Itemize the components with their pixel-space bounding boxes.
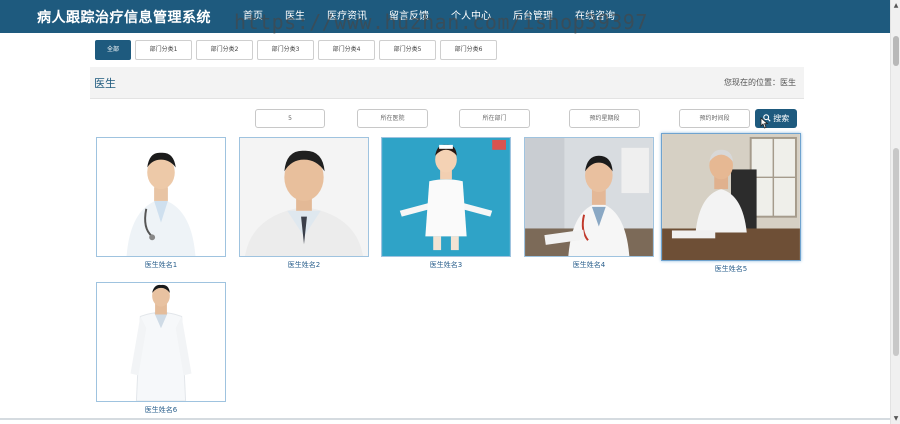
category-all[interactable]: 全部 <box>95 40 131 60</box>
category-dept-2[interactable]: 部门分类2 <box>196 40 253 60</box>
search-button-label: 搜索 <box>773 114 790 123</box>
doctor-photo[interactable] <box>661 133 801 261</box>
scrollbar-track-highlight <box>893 148 899 356</box>
doctor-photo[interactable] <box>239 137 369 257</box>
weekday-field[interactable]: 预约星期段 <box>569 109 640 128</box>
nav-online-consult[interactable]: 在线咨询 <box>564 0 626 33</box>
doctor-card[interactable]: 医生姓名4 <box>524 137 654 270</box>
main-nav: 首页 医生 医疗资讯 留言反馈 个人中心 后台管理 在线咨询 <box>232 0 626 33</box>
doctor-card[interactable]: 医生姓名6 <box>96 282 226 415</box>
nav-medical-news[interactable]: 医疗资讯 <box>316 0 378 33</box>
doctor-photo[interactable] <box>96 282 226 402</box>
doctor-name[interactable]: 医生姓名1 <box>96 260 226 270</box>
category-dept-1[interactable]: 部门分类1 <box>135 40 192 60</box>
scroll-down-arrow-icon[interactable]: ▼ <box>892 414 900 423</box>
page-title-bar: 医生 您现在的位置：医生 <box>90 67 804 99</box>
vertical-scrollbar[interactable]: ▲ ▼ <box>890 0 900 424</box>
category-dept-5[interactable]: 部门分类5 <box>379 40 436 60</box>
doctor-photo[interactable] <box>381 137 511 257</box>
doctor-photo[interactable] <box>96 137 226 257</box>
keyword-input[interactable]: 5 <box>255 109 325 128</box>
doctor-card[interactable]: 医生姓名3 <box>381 137 511 270</box>
nav-personal-center[interactable]: 个人中心 <box>440 0 502 33</box>
site-brand[interactable]: 病人跟踪治疗信息管理系统 <box>37 7 211 27</box>
scrollbar-thumb[interactable] <box>893 36 899 66</box>
doctor-name[interactable]: 医生姓名4 <box>524 260 654 270</box>
time-field[interactable]: 预约时间段 <box>679 109 750 128</box>
top-navbar: 病人跟踪治疗信息管理系统 首页 医生 医疗资讯 留言反馈 个人中心 后台管理 在… <box>0 0 890 33</box>
doctor-photo[interactable] <box>524 137 654 257</box>
hospital-field[interactable]: 所在医院 <box>357 109 428 128</box>
doctor-name[interactable]: 医生姓名5 <box>661 264 801 274</box>
doctor-card[interactable]: 医生姓名1 <box>96 137 226 270</box>
mouse-pointer-icon <box>760 117 769 129</box>
footer-divider <box>0 418 890 420</box>
breadcrumb: 您现在的位置：医生 <box>724 78 796 87</box>
doctor-name[interactable]: 医生姓名3 <box>381 260 511 270</box>
category-dept-6[interactable]: 部门分类6 <box>440 40 497 60</box>
department-field[interactable]: 所在部门 <box>459 109 530 128</box>
category-dept-4[interactable]: 部门分类4 <box>318 40 375 60</box>
doctor-card[interactable]: 医生姓名5 <box>661 133 801 274</box>
category-dept-3[interactable]: 部门分类3 <box>257 40 314 60</box>
nav-home[interactable]: 首页 <box>232 0 274 33</box>
scroll-up-arrow-icon[interactable]: ▲ <box>892 1 900 10</box>
doctor-name[interactable]: 医生姓名6 <box>96 405 226 415</box>
nav-admin[interactable]: 后台管理 <box>502 0 564 33</box>
doctor-card[interactable]: 医生姓名2 <box>239 137 369 270</box>
category-filter-bar: 全部 部门分类1 部门分类2 部门分类3 部门分类4 部门分类5 部门分类6 <box>95 40 497 60</box>
nav-doctors[interactable]: 医生 <box>274 0 316 33</box>
page-title: 医生 <box>94 77 116 90</box>
doctor-name[interactable]: 医生姓名2 <box>239 260 369 270</box>
nav-feedback[interactable]: 留言反馈 <box>378 0 440 33</box>
